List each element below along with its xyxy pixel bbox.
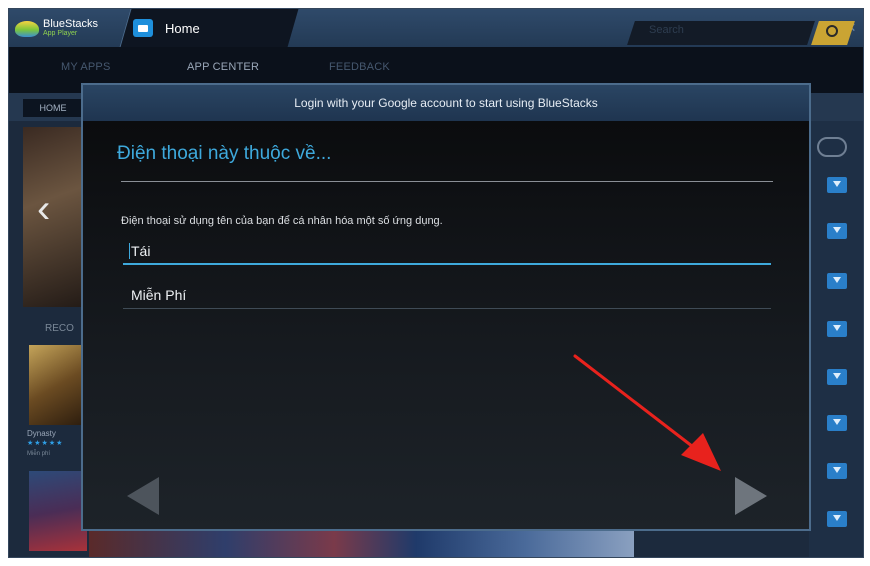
- annotation-arrow-icon: [573, 354, 721, 471]
- bluestacks-window: BlueStacks App Player Home ▼ _ □ ✕ MY AP…: [8, 8, 864, 558]
